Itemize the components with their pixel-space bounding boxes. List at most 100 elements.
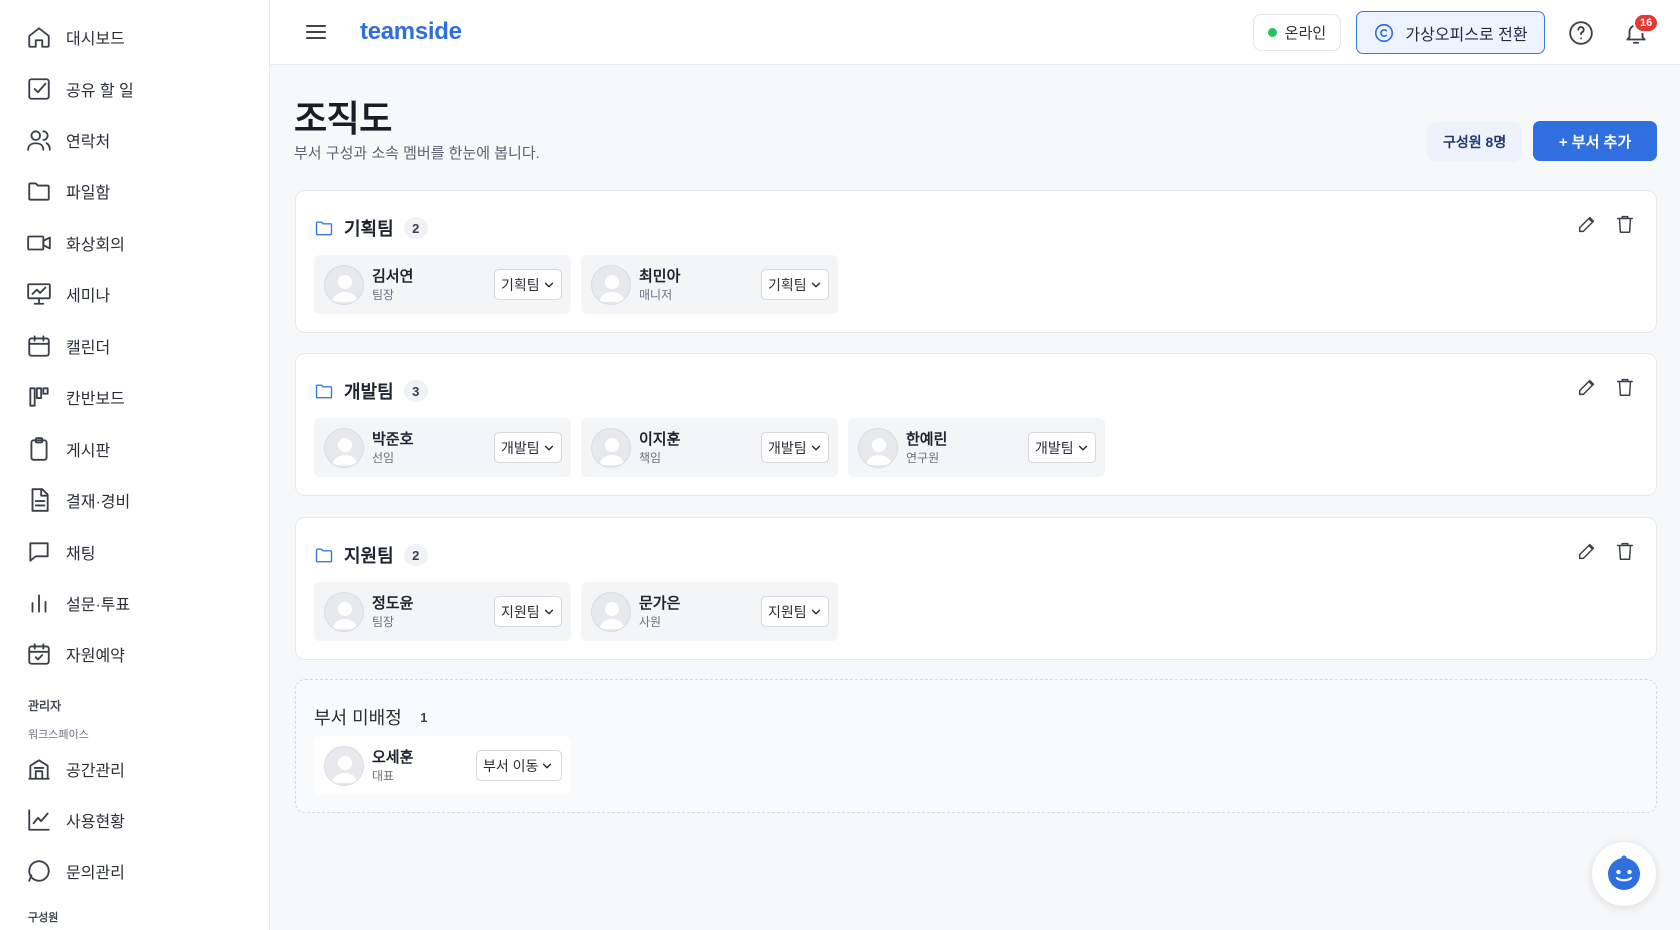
- member-name: 정도윤: [372, 595, 414, 612]
- member-count-badge: 구성원 8명: [1427, 122, 1523, 162]
- sidebar-item-dashboard[interactable]: 대시보드: [26, 19, 125, 55]
- sidebar-item-approval[interactable]: 결재·경비: [26, 482, 130, 518]
- member-list: 정도윤 팀장 지원팀 문가은 사원 지원팀: [314, 582, 838, 641]
- checkbox-icon: [28, 78, 50, 100]
- sidebar-item-label: 자원예약: [66, 648, 125, 665]
- edit-icon[interactable]: [1576, 376, 1598, 398]
- sidebar-item-reservation[interactable]: 자원예약: [26, 636, 125, 672]
- folder-icon: [315, 221, 333, 236]
- sidebar-item-usage[interactable]: 사용현황: [26, 802, 125, 838]
- folder-icon: [28, 182, 50, 201]
- department-select[interactable]: 기획팀: [494, 269, 562, 300]
- department-card: 개발팀 3 박준호 선임 개발팀 이지훈 책임 개발팀 한예린 연구원 개발팀: [295, 353, 1657, 496]
- department-actions: [1576, 540, 1636, 562]
- sidebar-item-contacts[interactable]: 연락처: [26, 122, 110, 158]
- message-circle-icon: [28, 860, 50, 882]
- edit-icon[interactable]: [1576, 540, 1598, 562]
- sidebar-item-shared-todo[interactable]: 공유 할 일: [26, 71, 134, 107]
- department-select[interactable]: 개발팀: [494, 432, 562, 463]
- member-card[interactable]: 김서연 팀장 기획팀: [314, 255, 571, 314]
- department-actions: [1576, 376, 1636, 398]
- move-department-select[interactable]: 부서 이동: [476, 750, 562, 781]
- member-role: 팀장: [372, 615, 395, 629]
- department-select[interactable]: 기획팀: [761, 269, 829, 300]
- sidebar-item-inquiries[interactable]: 문의관리: [26, 853, 125, 889]
- member-card[interactable]: 한예린 연구원 개발팀: [848, 418, 1105, 477]
- avatar: [324, 592, 364, 632]
- calendar-check-icon: [28, 643, 50, 665]
- sidebar-item-seminar[interactable]: 세미나: [26, 276, 110, 312]
- member-name: 김서연: [372, 268, 414, 285]
- sidebar-item-kanban[interactable]: 칸반보드: [26, 379, 125, 415]
- sidebar-item-label: 결재·경비: [66, 494, 131, 511]
- department-name: 기획팀: [344, 219, 394, 239]
- department-select[interactable]: 지원팀: [494, 596, 562, 627]
- department-select-value: 부서 이동: [483, 757, 539, 774]
- presence-status-label: 온라인: [1284, 25, 1327, 42]
- avatar: [324, 265, 364, 305]
- sidebar-item-calendar[interactable]: 캘린더: [26, 328, 110, 364]
- chevron-down-icon: [544, 445, 553, 450]
- sidebar-item-label: 문의관리: [66, 865, 125, 882]
- department-card: 지원팀 2 정도윤 팀장 지원팀 문가은 사원 지원팀: [295, 517, 1657, 660]
- sidebar-item-label: 파일함: [66, 185, 111, 202]
- trash-icon[interactable]: [1614, 376, 1636, 398]
- folder-icon: [315, 548, 333, 563]
- sidebar-item-video-meeting[interactable]: 화상회의: [26, 225, 125, 261]
- sidebar-item-label: 사용현황: [66, 814, 125, 831]
- department-member-count: 2: [403, 217, 428, 239]
- sidebar-item-board[interactable]: 게시판: [26, 431, 110, 467]
- avatar: [324, 428, 364, 468]
- member-role: 책임: [639, 451, 662, 465]
- presence-status[interactable]: 온라인: [1253, 14, 1341, 51]
- help-icon[interactable]: [1568, 20, 1594, 46]
- switch-virtual-office-button[interactable]: 가상오피스로 전환: [1356, 11, 1545, 54]
- member-card[interactable]: 최민아 매니저 기획팀: [581, 255, 838, 314]
- sidebar-item-label: 공유 할 일: [66, 83, 134, 100]
- member-name: 최민아: [639, 268, 681, 285]
- sidebar-item-label: 화상회의: [66, 237, 125, 254]
- sidebar-item-label: 설문·투표: [66, 597, 131, 614]
- member-list: 김서연 팀장 기획팀 최민아 매니저 기획팀: [314, 255, 838, 314]
- chevron-down-icon: [811, 282, 820, 287]
- department-select-value: 지원팀: [768, 603, 807, 620]
- document-icon: [31, 488, 49, 512]
- department-actions: [1576, 213, 1636, 235]
- member-card[interactable]: 오세훈 대표 부서 이동: [314, 736, 571, 795]
- edit-icon[interactable]: [1576, 213, 1598, 235]
- member-role: 선임: [372, 451, 395, 465]
- building-icon: [28, 759, 50, 780]
- chatbot-button[interactable]: [1592, 842, 1656, 906]
- department-select-value: 지원팀: [501, 603, 540, 620]
- member-card[interactable]: 이지훈 책임 개발팀: [581, 418, 838, 477]
- sidebar-item-survey[interactable]: 설문·투표: [26, 585, 130, 621]
- department-header: 기획팀 2: [314, 215, 428, 241]
- sidebar-item-label: 연락처: [66, 134, 111, 151]
- trash-icon[interactable]: [1614, 213, 1636, 235]
- department-select[interactable]: 지원팀: [761, 596, 829, 627]
- chevron-down-icon: [544, 282, 553, 287]
- department-select[interactable]: 개발팀: [1028, 432, 1096, 463]
- sidebar-item-space-management[interactable]: 공간관리: [26, 751, 125, 787]
- brand-logo[interactable]: teamside: [360, 18, 462, 46]
- presentation-icon: [27, 283, 51, 305]
- sidebar-item-files[interactable]: 파일함: [26, 173, 110, 209]
- member-card[interactable]: 정도윤 팀장 지원팀: [314, 582, 571, 641]
- unassigned-member-count: 1: [420, 709, 428, 725]
- member-name: 한예린: [906, 431, 948, 448]
- sidebar-item-label: 칸반보드: [66, 391, 125, 408]
- bar-chart-icon: [31, 594, 47, 613]
- kanban-icon: [29, 387, 49, 407]
- trash-icon[interactable]: [1614, 540, 1636, 562]
- page-subtitle: 부서 구성과 소속 멤버를 한눈에 봅니다.: [294, 145, 540, 162]
- member-card[interactable]: 박준호 선임 개발팀: [314, 418, 571, 477]
- chevron-down-icon: [543, 763, 552, 768]
- sidebar-item-label: 세미나: [66, 288, 111, 305]
- department-select[interactable]: 개발팀: [761, 432, 829, 463]
- line-chart-icon: [28, 809, 50, 831]
- member-role: 연구원: [906, 451, 940, 465]
- menu-icon[interactable]: [304, 20, 328, 44]
- add-department-button[interactable]: + 부서 추가: [1533, 121, 1657, 161]
- sidebar-item-chat[interactable]: 채팅: [26, 534, 95, 570]
- member-card[interactable]: 문가은 사원 지원팀: [581, 582, 838, 641]
